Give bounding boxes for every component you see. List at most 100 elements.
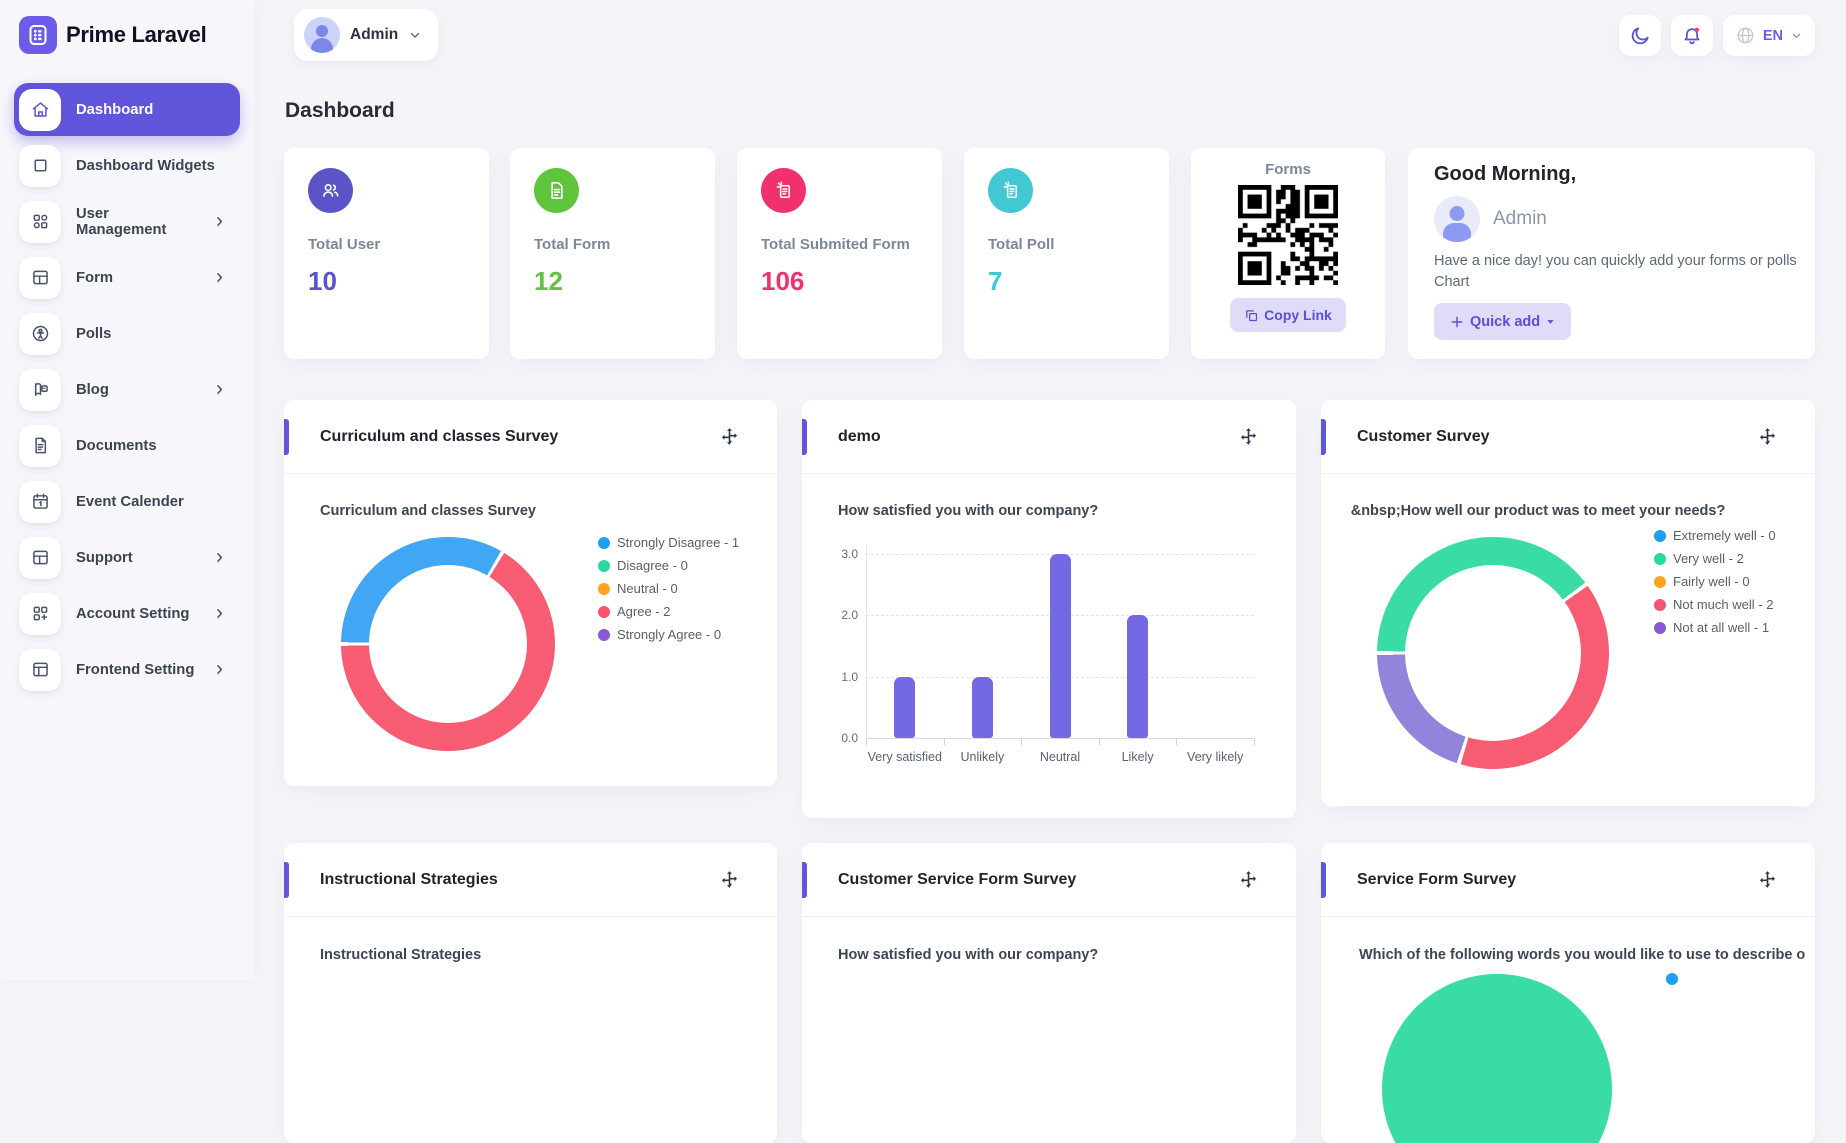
sidebar-item-label: Form [76, 270, 198, 286]
legend-item[interactable]: Neutral - 0 [598, 577, 739, 600]
dark-mode-toggle[interactable] [1619, 15, 1661, 56]
bar[interactable] [1127, 615, 1148, 738]
x-axis-tick [944, 738, 945, 745]
chart-legend: Strongly Disagree - 1Disagree - 0Neutral… [598, 531, 739, 646]
sidebar-item-dashboard[interactable]: Dashboard [14, 83, 240, 136]
header-actions: EN [1619, 15, 1815, 56]
move-icon[interactable] [1239, 870, 1258, 889]
frontend-setting-icon [19, 649, 61, 691]
chart-card-demo: demo How satisfied you with our company?… [802, 400, 1296, 818]
stat-label: Total Submited Form [761, 236, 918, 253]
stat-label: Total Poll [988, 236, 1145, 253]
sidebar-item-label: Dashboard Widgets [76, 158, 230, 174]
forms-qr-card: Forms Copy Link [1191, 148, 1385, 359]
language-selector[interactable]: EN [1723, 15, 1815, 56]
legend-dot [1654, 599, 1666, 611]
chart-legend: Extremely well - 0Very well - 2Fairly we… [1654, 524, 1776, 639]
bell-icon [1681, 25, 1703, 47]
legend-item[interactable]: Not at all well - 1 [1654, 616, 1776, 639]
chevron-right-icon [213, 215, 226, 228]
sidebar-item-polls[interactable]: Polls [14, 307, 240, 360]
y-tick-label: 0.0 [818, 731, 858, 745]
legend-dot [598, 537, 610, 549]
sidebar-item-documents[interactable]: Documents [14, 419, 240, 472]
card-title: Instructional Strategies [320, 871, 720, 889]
forms-card-title: Forms [1265, 161, 1311, 178]
donut-chart[interactable] [1377, 537, 1609, 769]
brand-logo-icon [19, 16, 57, 54]
brand-name: Prime Laravel [66, 22, 206, 48]
copy-link-button[interactable]: Copy Link [1230, 298, 1346, 332]
legend-item[interactable]: Very well - 2 [1654, 547, 1776, 570]
notifications-button[interactable] [1671, 15, 1713, 56]
move-icon[interactable] [1758, 870, 1777, 889]
stat-value: 106 [761, 266, 918, 297]
stat-value: 10 [308, 266, 465, 297]
card-header: Customer Service Form Survey [802, 843, 1296, 917]
moon-icon [1629, 25, 1651, 47]
legend-item[interactable]: Strongly Disagree - 1 [598, 531, 739, 554]
donut-hole [369, 565, 527, 723]
sidebar-item-label: Event Calender [76, 494, 230, 510]
card-title: Service Form Survey [1357, 871, 1758, 889]
sidebar-item-support[interactable]: Support [14, 531, 240, 584]
stat-label: Total Form [534, 236, 691, 253]
card-header: Service Form Survey [1321, 843, 1815, 917]
card-title: Customer Service Form Survey [838, 871, 1239, 889]
card-title: Curriculum and classes Survey [320, 428, 720, 446]
sidebar-item-account-setting[interactable]: Account Setting [14, 587, 240, 640]
sidebar-item-frontend-setting[interactable]: Frontend Setting [14, 643, 240, 696]
stat-card-total-submited-form: Total Submited Form 106 [737, 148, 942, 359]
admin-user-menu[interactable]: Admin [294, 9, 438, 61]
sidebar-item-form[interactable]: Form [14, 251, 240, 304]
move-icon[interactable] [720, 427, 739, 446]
bar[interactable] [972, 677, 993, 739]
sidebar-item-label: Account Setting [76, 606, 198, 622]
legend-dot [1654, 622, 1666, 634]
legend-label: Not at all well - 1 [1673, 620, 1769, 635]
sidebar-item-event-calender[interactable]: Event Calender [14, 475, 240, 528]
card-accent-bar [802, 862, 807, 898]
donut-chart[interactable] [341, 537, 555, 751]
card-accent-bar [1321, 419, 1326, 455]
card-header: Customer Survey [1321, 400, 1815, 474]
sidebar-item-blog[interactable]: Blog [14, 363, 240, 416]
y-tick-label: 1.0 [818, 670, 858, 684]
legend-dot [1654, 576, 1666, 588]
legend-dot [598, 606, 610, 618]
legend-item[interactable]: Disagree - 0 [598, 554, 739, 577]
legend-item[interactable]: Strongly Agree - 0 [598, 623, 739, 646]
chart-card-service-form-survey: Service Form Survey Which of the followi… [1321, 843, 1815, 1143]
chart-card-customer-survey: Customer Survey &nbsp;How well our produ… [1321, 400, 1815, 806]
bar[interactable] [894, 677, 915, 739]
sidebar-item-user-management[interactable]: User Management [14, 195, 240, 248]
legend-item[interactable]: Agree - 2 [598, 600, 739, 623]
poll-icon [988, 168, 1033, 213]
greeting-message: Have a nice day! you can quickly add you… [1434, 251, 1808, 293]
sidebar-nav: Dashboard Dashboard Widgets User Managem… [0, 83, 254, 699]
y-tick-label: 2.0 [818, 608, 858, 622]
language-label: EN [1763, 28, 1783, 44]
brand-logo[interactable]: Prime Laravel [19, 16, 206, 54]
move-icon[interactable] [1758, 427, 1777, 446]
legend-item[interactable]: Extremely well - 0 [1654, 524, 1776, 547]
bar-chart[interactable]: 0.01.02.03.0Very satisfiedUnlikelyNeutra… [802, 400, 1296, 818]
bar[interactable] [1050, 554, 1071, 739]
stat-card-total-user: Total User 10 [284, 148, 489, 359]
legend-dot [1654, 530, 1666, 542]
sidebar-item-label: Dashboard [76, 102, 230, 118]
chevron-right-icon [213, 663, 226, 676]
legend-item[interactable]: Not much well - 2 [1654, 593, 1776, 616]
widget-icon [19, 145, 61, 187]
caret-down-icon [1545, 316, 1556, 327]
sidebar-item-dashboard-widgets[interactable]: Dashboard Widgets [14, 139, 240, 192]
account-setting-icon [19, 593, 61, 635]
legend-item[interactable]: Fairly well - 0 [1654, 570, 1776, 593]
chart-title: Which of the following words you would l… [1359, 947, 1805, 963]
chart-card-curriculum-survey: Curriculum and classes Survey Curriculum… [284, 400, 777, 786]
sidebar-item-label: Support [76, 550, 198, 566]
move-icon[interactable] [720, 870, 739, 889]
quick-add-button[interactable]: Quick add [1434, 303, 1571, 340]
chart-card-instructional-strategies: Instructional Strategies Instructional S… [284, 843, 777, 1143]
page-title: Dashboard [285, 99, 395, 123]
